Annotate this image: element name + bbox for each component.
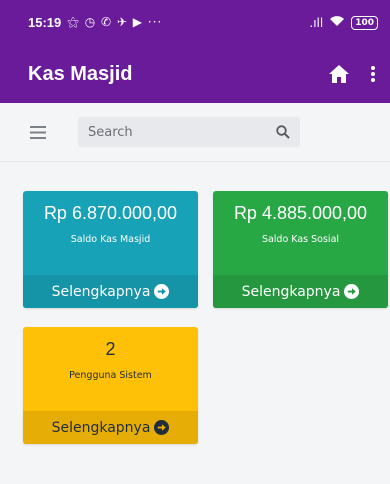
battery-icon: 100 — [351, 15, 378, 30]
card-value: 2 — [105, 339, 116, 359]
more-info-label: Selengkapnya — [51, 283, 151, 300]
more-info-label: Selengkapnya — [241, 283, 341, 300]
more-info-link[interactable]: Selengkapnya — [23, 411, 198, 444]
card-saldo-kas-masjid: Rp 6.870.000,00 Saldo Kas Masjid Selengk… — [23, 191, 198, 308]
card-body: Rp 6.870.000,00 Saldo Kas Masjid — [23, 191, 198, 275]
status-bar: 15:19 ⚝ ◷ ✆ ✈ ▶ ··· .ıll 100 — [0, 0, 390, 45]
app-bar: Kas Masjid — [0, 45, 390, 103]
status-left: 15:19 ⚝ ◷ ✆ ✈ ▶ ··· — [28, 15, 162, 30]
status-right: .ıll 100 — [309, 15, 378, 30]
wifi-icon — [329, 15, 345, 30]
status-time: 15:19 — [28, 15, 62, 30]
search-input[interactable]: Search — [78, 117, 300, 147]
more-info-link[interactable]: Selengkapnya — [23, 275, 198, 308]
card-body: Rp 4.885.000,00 Saldo Kas Sosial — [213, 191, 388, 275]
search-icon[interactable] — [276, 125, 290, 139]
card-value: Rp 6.870.000,00 — [43, 203, 178, 223]
card-label: Pengguna Sistem — [69, 370, 152, 381]
arrow-circle-right-icon — [154, 420, 170, 435]
search-row: Search — [0, 103, 390, 161]
app-actions — [328, 64, 376, 84]
more-info-label: Selengkapnya — [51, 419, 151, 436]
search-placeholder: Search — [88, 124, 133, 140]
menu-icon[interactable] — [30, 125, 46, 139]
divider — [0, 161, 390, 162]
arrow-circle-right-icon — [344, 284, 360, 299]
card-value: Rp 4.885.000,00 — [233, 203, 368, 223]
card-label: Saldo Kas Masjid — [70, 234, 151, 245]
more-vert-icon[interactable] — [370, 65, 376, 83]
home-icon[interactable] — [328, 64, 350, 84]
signal-icon: .ıll — [309, 15, 324, 30]
card-label: Saldo Kas Sosial — [261, 234, 340, 245]
card-body: 2 Pengguna Sistem — [23, 327, 198, 411]
app-title: Kas Masjid — [28, 62, 133, 85]
more-info-link[interactable]: Selengkapnya — [213, 275, 388, 308]
notification-icons: ⚝ ◷ ✆ ✈ ▶ ··· — [67, 15, 163, 29]
arrow-circle-right-icon — [154, 284, 170, 299]
card-pengguna-sistem: 2 Pengguna Sistem Selengkapnya — [23, 327, 198, 444]
card-saldo-kas-sosial: Rp 4.885.000,00 Saldo Kas Sosial Selengk… — [213, 191, 388, 308]
